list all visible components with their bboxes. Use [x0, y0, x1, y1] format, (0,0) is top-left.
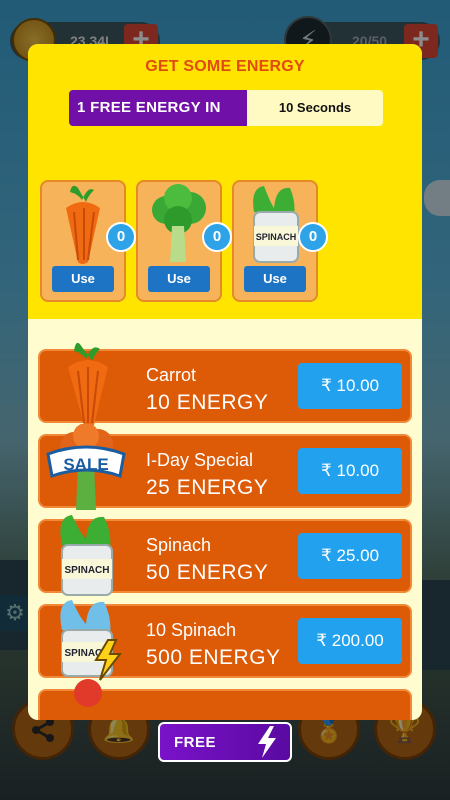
- inventory-card-carrot: 0 Use: [40, 180, 136, 302]
- buy-iday-special-button[interactable]: ₹ 10.00: [298, 448, 402, 494]
- offer-amount: 500 ENERGY: [146, 646, 281, 669]
- offer-amount: 25 ENERGY: [146, 476, 269, 499]
- offer-row-carrot[interactable]: Carrot 10 ENERGY ₹ 10.00: [38, 342, 412, 427]
- spinach-pack-icon: SPINACH: [60, 600, 123, 681]
- offer-amount: 50 ENERGY: [146, 561, 269, 584]
- lightning-icon: [258, 726, 276, 758]
- inventory-card-spinach: SPINACH 0 Use: [232, 180, 328, 302]
- timer-value: 10 Seconds: [278, 100, 352, 115]
- spinach-can-label: SPINACH: [256, 232, 297, 242]
- offer-row-partial[interactable]: [38, 679, 412, 720]
- offer-amount: 10 ENERGY: [146, 391, 269, 414]
- modal-title: GET SOME ENERGY: [145, 58, 305, 75]
- free-energy-timer: 1 FREE ENERGY IN 10 Seconds: [69, 90, 383, 126]
- timer-label: 1 FREE ENERGY IN: [69, 90, 247, 126]
- carrot-icon: [68, 342, 108, 427]
- offer-name: I-Day Special: [146, 450, 254, 470]
- offer-name: Spinach: [146, 535, 212, 555]
- offer-name: 10 Spinach: [146, 620, 237, 640]
- carrot-icon: [66, 185, 100, 264]
- offer-row-spinach[interactable]: SPINACH Spinach 50 ENERGY ₹ 25.00: [38, 515, 412, 596]
- free-energy-button[interactable]: FREE: [158, 722, 292, 762]
- use-carrot-button[interactable]: Use: [52, 266, 114, 292]
- use-spinach-button[interactable]: Use: [244, 266, 306, 292]
- offer-row-10-spinach[interactable]: SPINACH 10 Spinach 500 ENERGY ₹ 200.00: [38, 600, 412, 681]
- sale-label: SALE: [63, 455, 108, 474]
- energy-modal: GET SOME ENERGY 1 FREE ENERGY IN 10 Seco…: [28, 44, 422, 720]
- broccoli-icon: [152, 184, 206, 262]
- buy-spinach-button[interactable]: ₹ 25.00: [298, 533, 402, 579]
- spinach-can-label: SPINACH: [64, 565, 109, 576]
- use-broccoli-button[interactable]: Use: [148, 266, 210, 292]
- buy-carrot-button[interactable]: ₹ 10.00: [298, 363, 402, 409]
- offer-row-iday-special[interactable]: SALE I-Day Special 25 ENERGY ₹ 10.00: [38, 424, 412, 510]
- flower-icon: [74, 679, 102, 707]
- spinach-can-icon: SPINACH: [253, 186, 299, 263]
- carrot-count-badge: 0: [106, 222, 136, 252]
- buy-10-spinach-button[interactable]: ₹ 200.00: [298, 618, 402, 664]
- spinach-can-icon: SPINACH: [60, 515, 113, 596]
- broccoli-count-badge: 0: [202, 222, 232, 252]
- free-button-label: FREE: [174, 734, 217, 751]
- offer-name: Carrot: [146, 365, 197, 385]
- sale-broccoli-icon: SALE: [46, 424, 126, 510]
- modal-header: GET SOME ENERGY 1 FREE ENERGY IN 10 Seco…: [28, 44, 422, 319]
- spinach-count-badge: 0: [298, 222, 328, 252]
- inventory-card-broccoli: 0 Use: [136, 180, 232, 302]
